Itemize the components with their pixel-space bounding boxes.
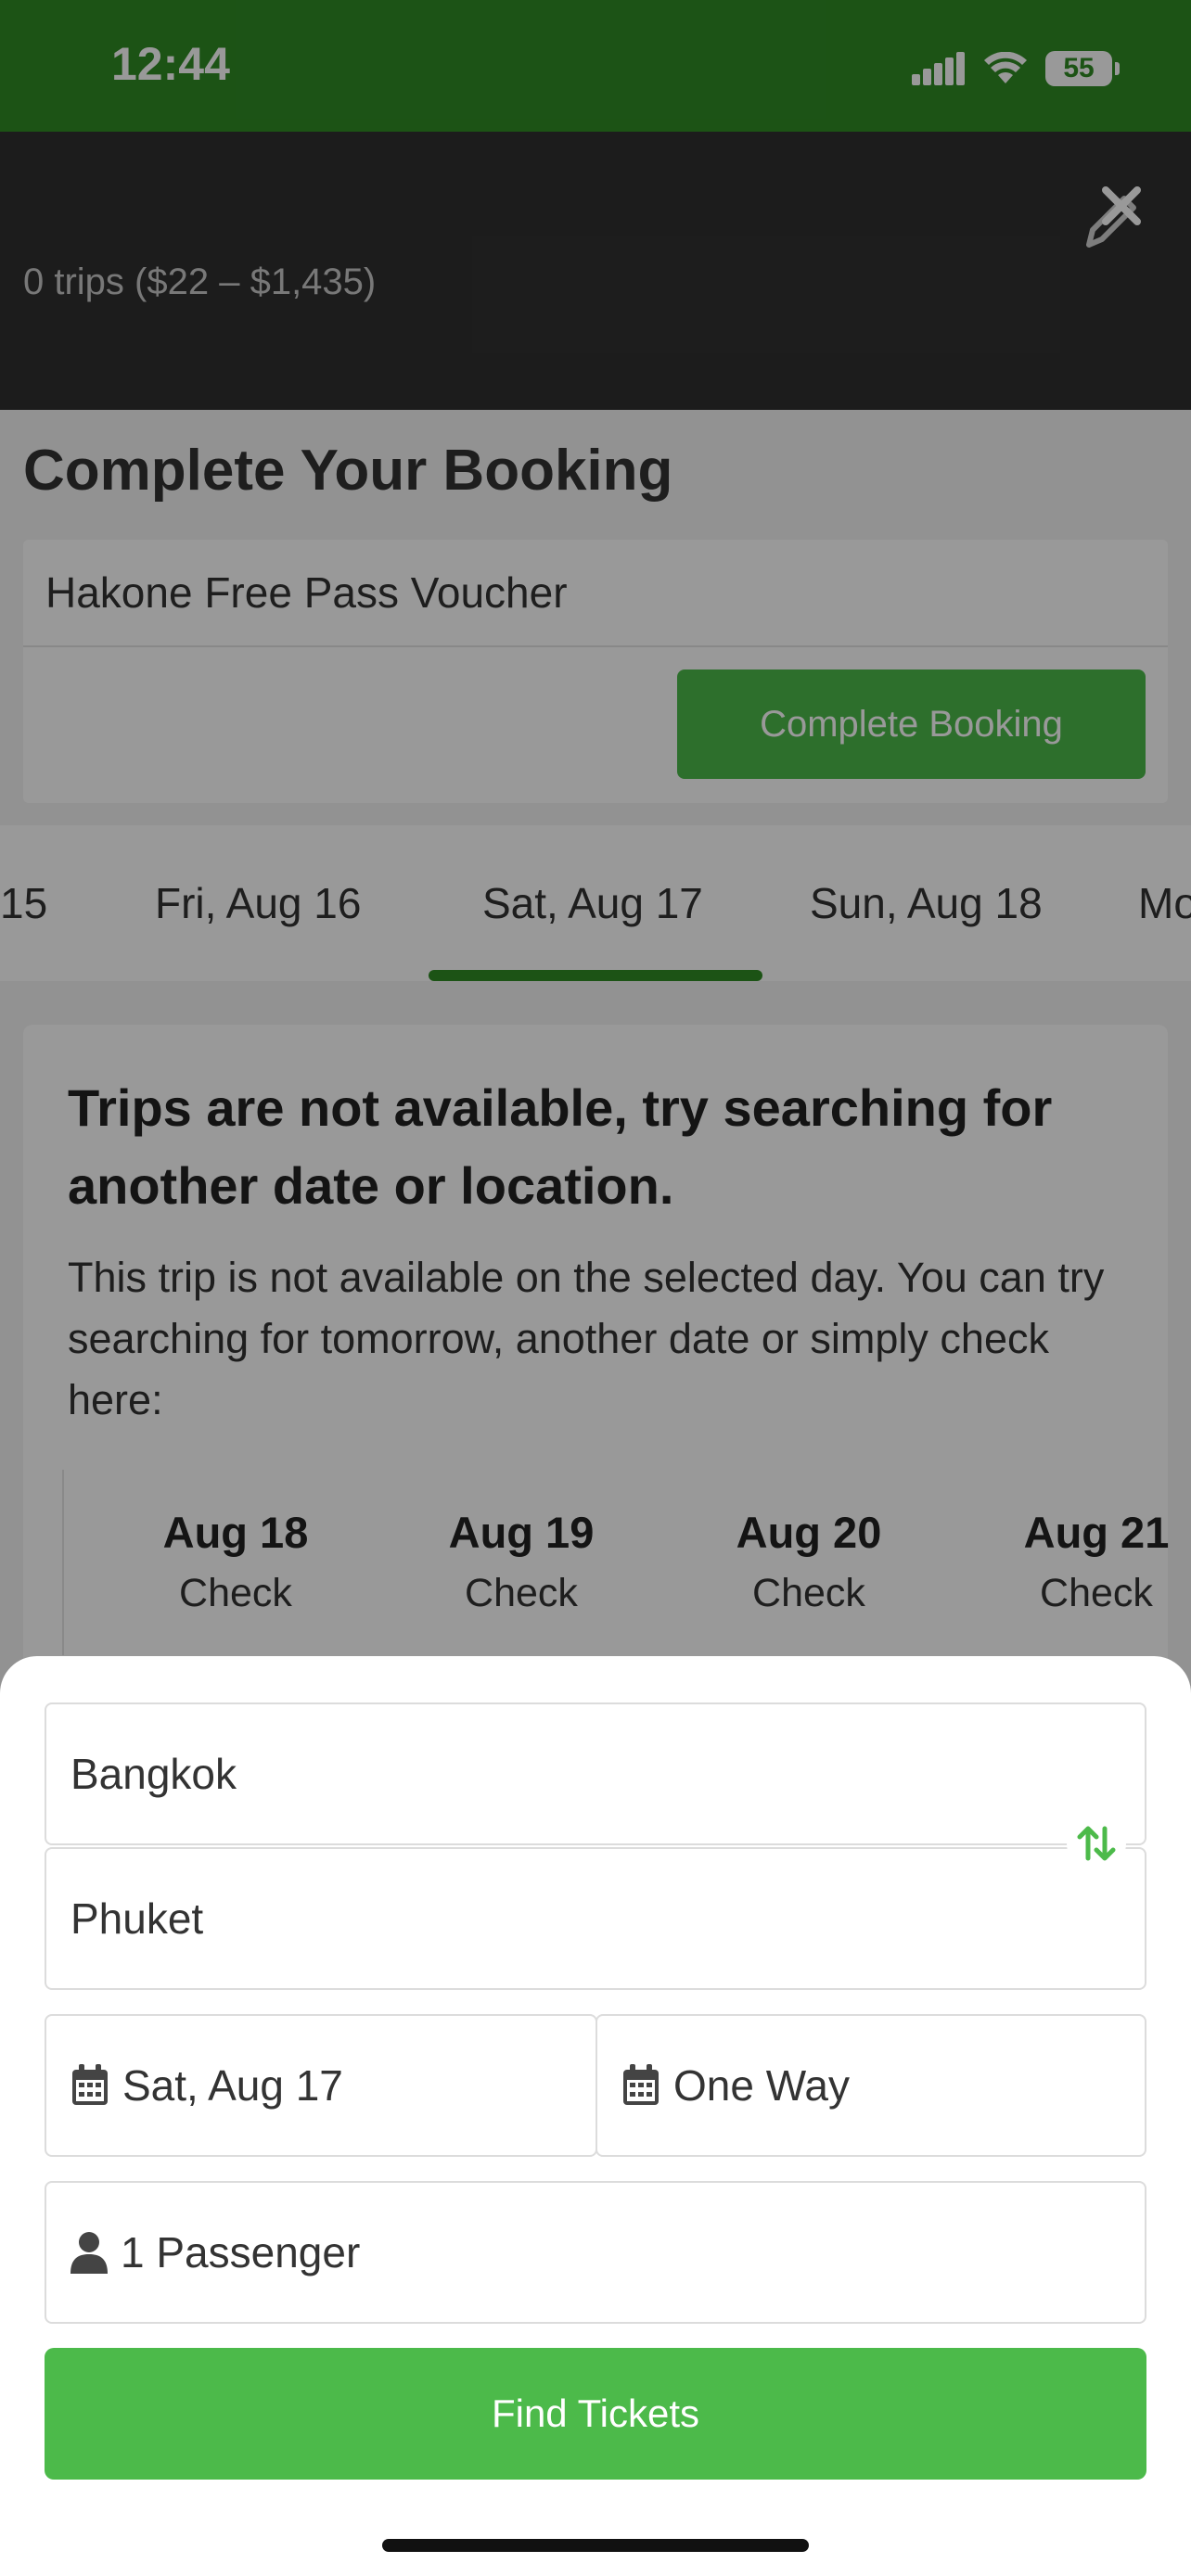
return-field[interactable]: One Way — [596, 2014, 1146, 2157]
date-field[interactable]: Sat, Aug 17 — [45, 2014, 597, 2157]
user-icon — [70, 2232, 108, 2274]
home-indicator — [382, 2539, 809, 2552]
to-field[interactable]: Phuket — [45, 1847, 1146, 1990]
swap-button[interactable] — [1067, 1814, 1126, 1873]
from-field[interactable]: Bangkok — [45, 1702, 1146, 1845]
find-tickets-button[interactable]: Find Tickets — [45, 2348, 1146, 2480]
to-value: Phuket — [70, 1894, 204, 1943]
return-value: One Way — [673, 2061, 851, 2110]
passengers-value: 1 Passenger — [121, 2228, 361, 2276]
swap-icon — [1077, 1826, 1116, 1861]
passengers-field[interactable]: 1 Passenger — [45, 2181, 1146, 2324]
from-value: Bangkok — [70, 1750, 237, 1798]
calendar-icon — [623, 2064, 659, 2105]
date-value: Sat, Aug 17 — [122, 2061, 343, 2110]
calendar-icon — [72, 2064, 108, 2105]
search-sheet: Bangkok Phuket Sat, Aug 17 One Way 1 Pas… — [0, 1656, 1191, 2576]
